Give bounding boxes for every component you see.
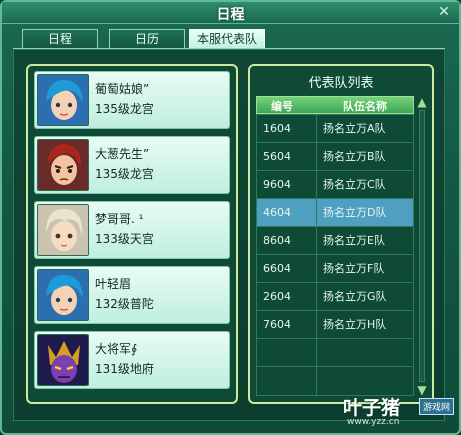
boy-light-hair-avatar — [37, 204, 89, 256]
member-card[interactable]: 大葱先生” 135级龙宫 — [34, 136, 230, 194]
team-name: 扬名立万E队 — [323, 234, 385, 247]
member-list: 葡萄姑娘” 135级龙宫 大葱先生” 135级龙宫 梦哥哥. ¹ 133级天宫 … — [26, 64, 238, 404]
team-id: 8604 — [263, 234, 291, 247]
member-name: 叶轻眉 — [95, 277, 132, 291]
tab-server-team[interactable]: 本服代表队 — [189, 29, 265, 49]
team-id: 1604 — [263, 122, 291, 135]
member-name: 梦哥哥. ¹ — [95, 212, 144, 226]
table-row[interactable]: 5604 扬名立万B队 — [257, 143, 413, 171]
girl-blue-hair-avatar — [37, 74, 89, 126]
demon-purple-avatar — [37, 334, 89, 386]
team-name: 扬名立万D队 — [323, 206, 387, 219]
watermark-tag: 游戏网 — [419, 398, 455, 415]
team-id: 7604 — [263, 318, 291, 331]
column-header-id: 编号 — [271, 100, 293, 113]
team-name: 扬名立万A队 — [323, 122, 386, 135]
table-row-empty — [257, 339, 413, 367]
team-name: 扬名立万G队 — [323, 290, 387, 303]
team-table-header: 编号 队伍名称 — [256, 96, 414, 114]
title-bar[interactable]: 日程 ✕ — [2, 2, 459, 24]
close-icon[interactable]: ✕ — [435, 3, 453, 21]
team-id: 4604 — [263, 206, 291, 219]
member-card[interactable]: 梦哥哥. ¹ 133级天宫 — [34, 201, 230, 259]
man-red-hair-avatar — [37, 139, 89, 191]
watermark-url: www.yzz.cn — [347, 417, 400, 427]
member-level: 135级龙宫 — [95, 167, 154, 181]
team-list-panel: 代表队列表 编号 队伍名称 1604 扬名立万A队 5604 扬名立万B队 9604… — [248, 64, 434, 404]
member-card[interactable]: 大将军∮ 131级地府 — [34, 331, 230, 389]
team-list-title: 代表队列表 — [308, 76, 374, 91]
member-name: 葡萄姑娘” — [95, 82, 150, 96]
scroll-track[interactable] — [419, 110, 425, 382]
table-row[interactable]: 1604 扬名立万A队 — [257, 115, 413, 143]
watermark-brand: 叶子猪 — [343, 397, 401, 419]
member-level: 133级天宫 — [95, 232, 154, 246]
member-level: 131级地府 — [95, 362, 154, 376]
member-name: 大葱先生” — [95, 147, 150, 161]
member-name: 大将军∮ — [95, 342, 138, 356]
scrollbar[interactable]: ▲ ▼ — [416, 96, 428, 396]
team-name: 扬名立万B队 — [323, 150, 386, 163]
member-level: 132级普陀 — [95, 297, 154, 311]
member-level: 135级龙宫 — [95, 102, 154, 116]
team-table-body: 1604 扬名立万A队 5604 扬名立万B队 9604 扬名立万C队 4604 扬名立… — [256, 114, 414, 396]
team-id: 2604 — [263, 290, 291, 303]
window-title: 日程 — [216, 7, 245, 23]
team-name: 扬名立万F队 — [323, 262, 385, 275]
table-row-selected[interactable]: 4604 扬名立万D队 — [257, 199, 413, 227]
member-card[interactable]: 葡萄姑娘” 135级龙宫 — [34, 71, 230, 129]
table-row[interactable]: 9604 扬名立万C队 — [257, 171, 413, 199]
team-id: 6604 — [263, 262, 291, 275]
team-id: 9604 — [263, 178, 291, 191]
table-row[interactable]: 2604 扬名立万G队 — [257, 283, 413, 311]
table-row[interactable]: 8604 扬名立万E队 — [257, 227, 413, 255]
watermark-logo: 叶子猪 游戏网 www.yzz.cn — [343, 393, 458, 431]
member-card[interactable]: 叶轻眉 132级普陀 — [34, 266, 230, 324]
team-name: 扬名立万C队 — [323, 178, 386, 191]
scroll-up-icon[interactable]: ▲ — [416, 96, 428, 108]
table-row-empty — [257, 367, 413, 395]
team-id: 5604 — [263, 150, 291, 163]
column-header-name: 队伍名称 — [343, 100, 387, 113]
table-row[interactable]: 6604 扬名立万F队 — [257, 255, 413, 283]
tab-schedule[interactable]: 日程 — [22, 29, 98, 49]
tab-calendar[interactable]: 日历 — [109, 29, 185, 49]
girl-blue-hair-avatar — [37, 269, 89, 321]
team-name: 扬名立万H队 — [323, 318, 387, 331]
table-row[interactable]: 7604 扬名立万H队 — [257, 311, 413, 339]
